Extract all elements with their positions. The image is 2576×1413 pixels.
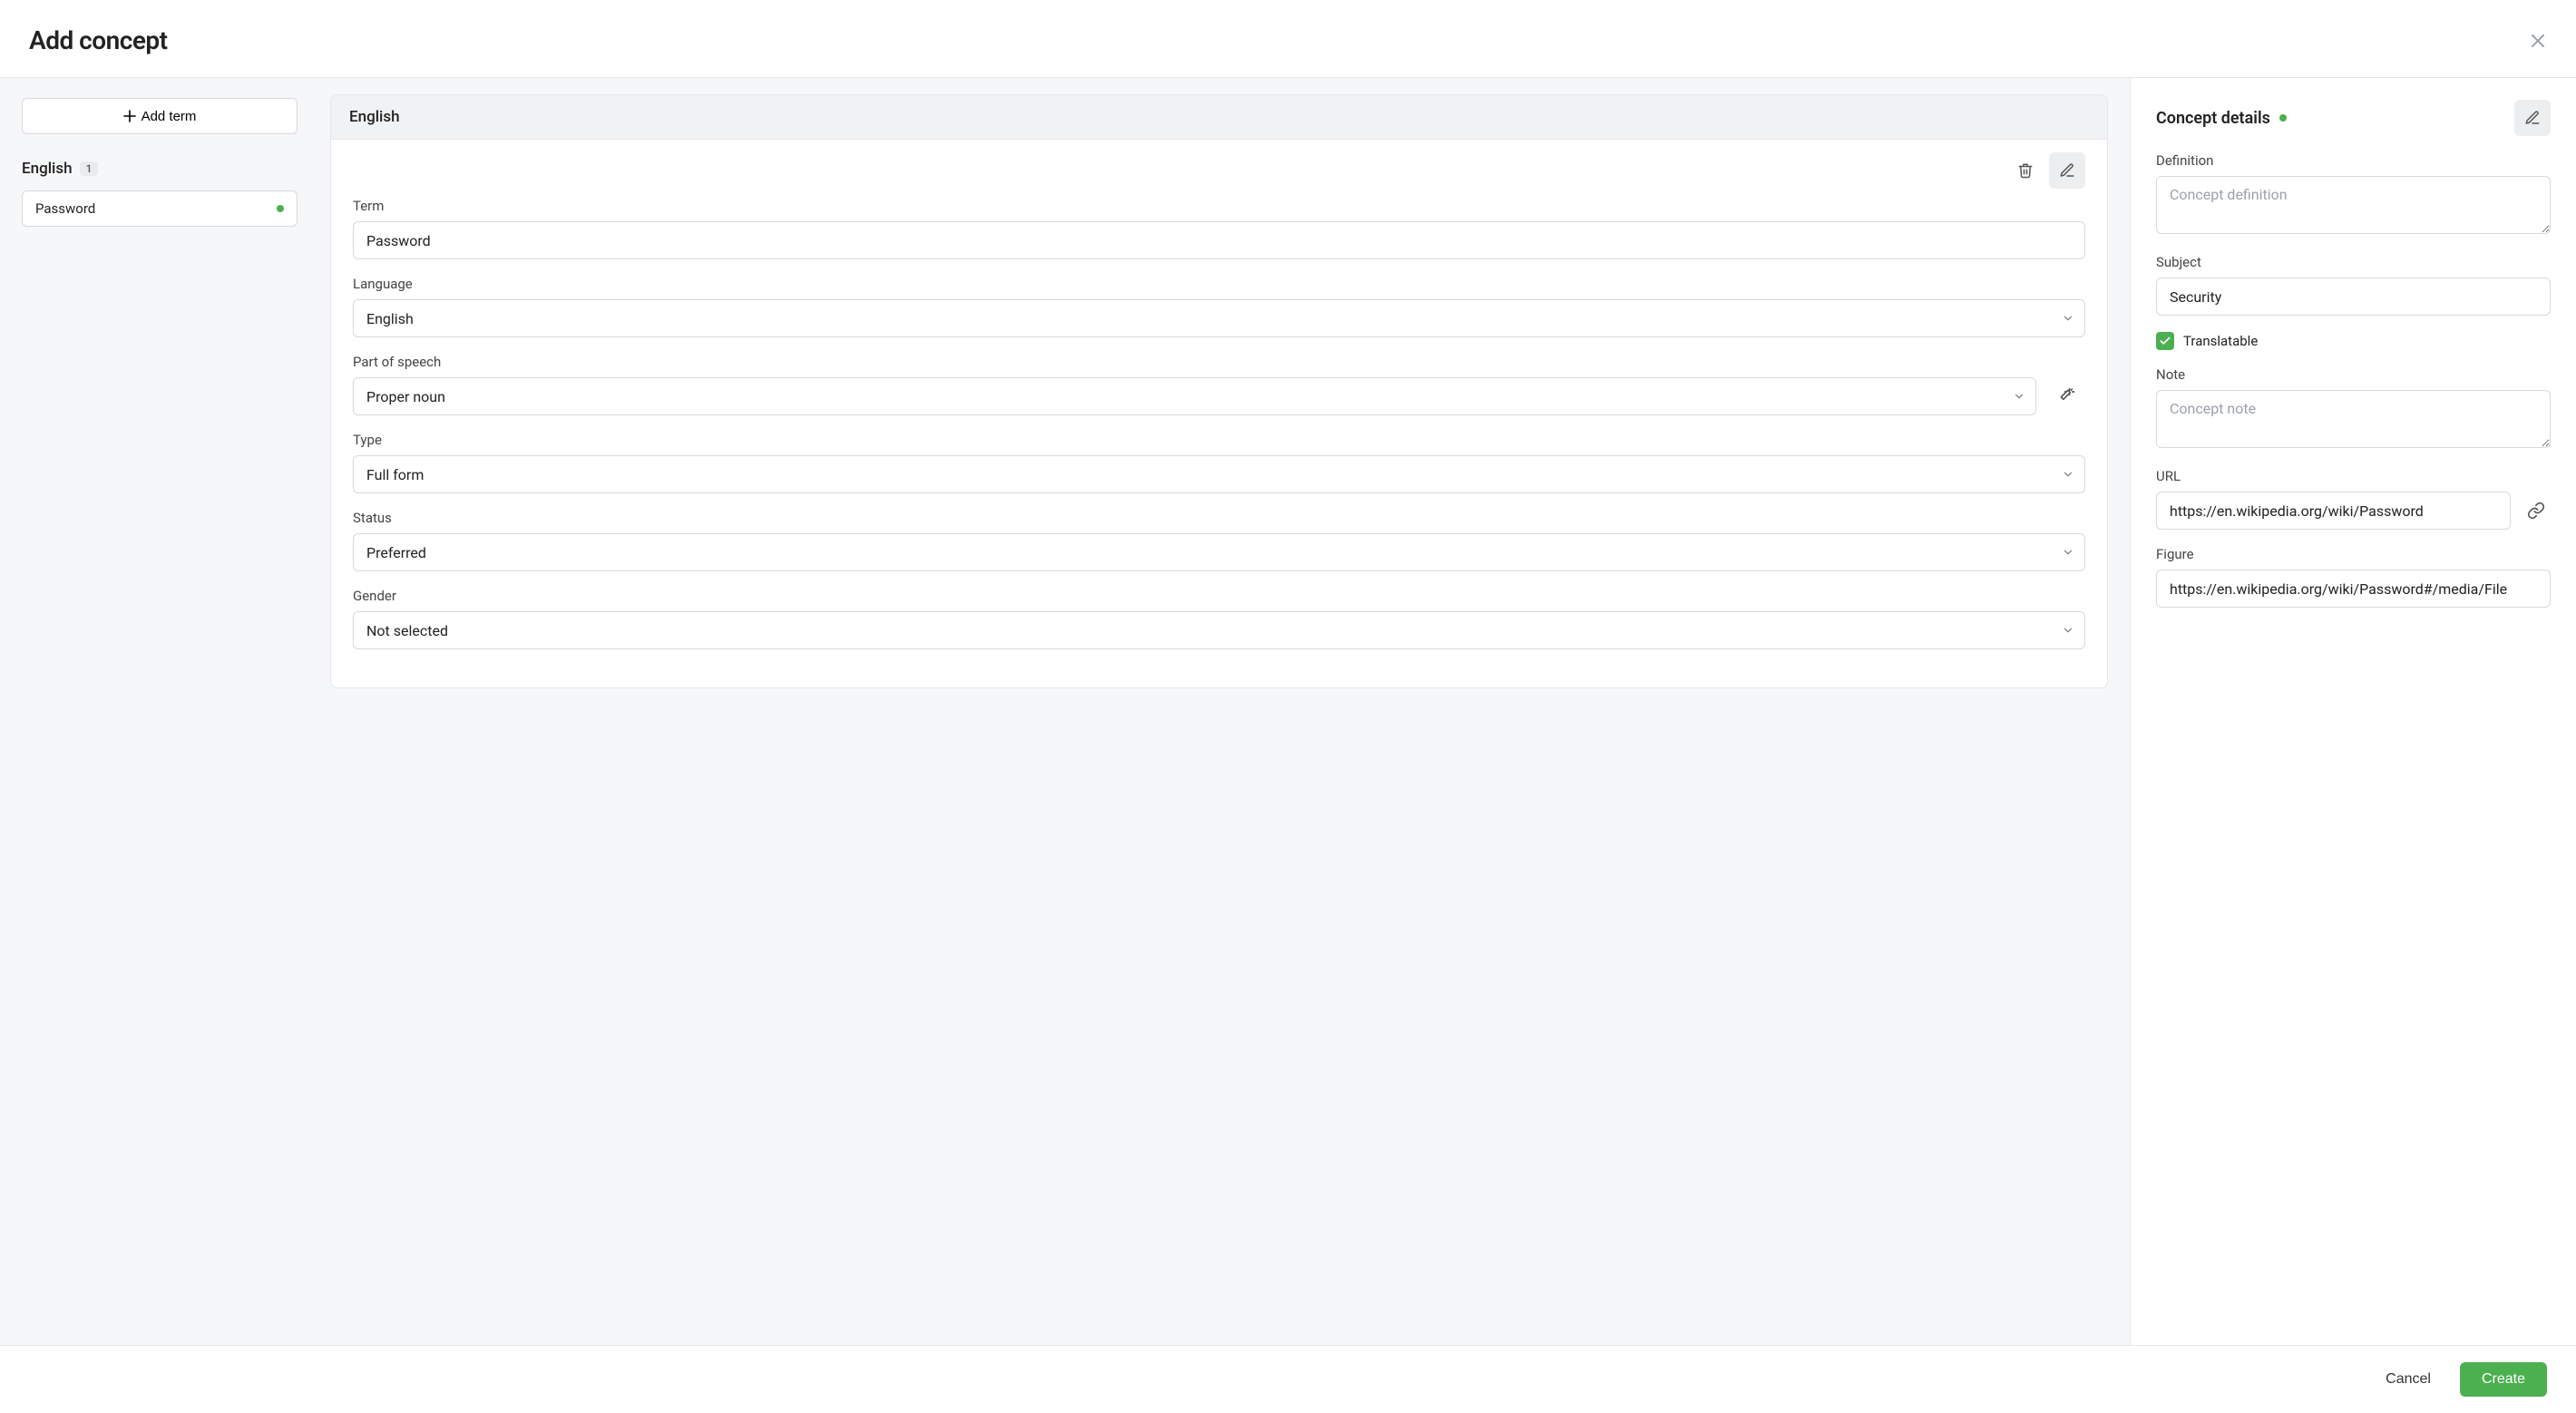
translatable-checkbox[interactable] <box>2156 332 2174 350</box>
concept-details-title: Concept details <box>2156 109 2270 128</box>
status-label: Status <box>353 510 2085 526</box>
url-label: URL <box>2156 468 2551 484</box>
modal-footer: Cancel Create <box>0 1345 2576 1413</box>
language-label: Language <box>353 276 2085 292</box>
edit-term-button[interactable] <box>2049 152 2085 189</box>
modal-body: Add term English 1 Password English <box>0 78 2576 1345</box>
type-select[interactable] <box>353 455 2085 493</box>
url-input[interactable] <box>2156 492 2511 530</box>
note-label: Note <box>2156 366 2551 383</box>
add-term-label: Add term <box>141 109 197 124</box>
term-list-item-label: Password <box>35 200 95 217</box>
pencil-icon <box>2059 162 2075 179</box>
term-editor-body: Term Language Part of speech <box>331 140 2107 687</box>
term-list-item[interactable]: Password <box>22 190 298 227</box>
delete-term-button[interactable] <box>2007 152 2044 189</box>
language-select[interactable] <box>353 299 2085 337</box>
close-icon <box>2529 32 2547 50</box>
plus-icon <box>123 110 136 122</box>
part-of-speech-field: Part of speech <box>353 354 2085 415</box>
definition-textarea[interactable] <box>2156 176 2551 234</box>
figure-label: Figure <box>2156 546 2551 562</box>
term-count-badge: 1 <box>80 161 99 176</box>
term-editor-column: English Term L <box>319 78 2130 1345</box>
subject-input[interactable] <box>2156 278 2551 316</box>
language-group: English 1 Password <box>22 160 298 227</box>
status-select[interactable] <box>353 533 2085 571</box>
part-of-speech-select[interactable] <box>353 377 2036 415</box>
create-button[interactable]: Create <box>2460 1362 2547 1397</box>
status-dot-icon <box>2279 114 2287 122</box>
status-field: Status <box>353 510 2085 571</box>
term-label: Term <box>353 198 2085 214</box>
language-group-header: English 1 <box>22 160 298 178</box>
add-term-button[interactable]: Add term <box>22 98 298 134</box>
figure-input[interactable] <box>2156 570 2551 608</box>
part-of-speech-label: Part of speech <box>353 354 2085 370</box>
link-icon <box>2527 502 2545 520</box>
edit-concept-details-button[interactable] <box>2514 100 2551 136</box>
gender-field: Gender <box>353 588 2085 649</box>
modal-header: Add concept <box>0 0 2576 78</box>
add-concept-modal: Add concept Add term English 1 Password <box>0 0 2576 1413</box>
subject-field: Subject <box>2156 254 2551 316</box>
translatable-label: Translatable <box>2183 333 2258 349</box>
close-button[interactable] <box>2529 32 2547 50</box>
cancel-button[interactable]: Cancel <box>2375 1362 2442 1397</box>
translatable-row: Translatable <box>2156 332 2551 350</box>
check-icon <box>2159 335 2171 347</box>
term-toolbar <box>353 152 2085 189</box>
trash-icon <box>2017 162 2034 179</box>
url-field: URL <box>2156 468 2551 530</box>
auto-detect-pos-button[interactable] <box>2049 378 2085 414</box>
figure-field: Figure <box>2156 546 2551 608</box>
concept-details-title-wrap: Concept details <box>2156 109 2287 128</box>
concept-details-panel: Concept details Definition Subject <box>2130 78 2576 1345</box>
term-editor-language-header: English <box>331 95 2107 140</box>
language-field: Language <box>353 276 2085 337</box>
definition-field: Definition <box>2156 152 2551 238</box>
magic-wand-icon <box>2058 387 2076 405</box>
definition-label: Definition <box>2156 152 2551 169</box>
pencil-icon <box>2524 110 2541 126</box>
open-url-button[interactable] <box>2522 496 2551 525</box>
term-field: Term <box>353 198 2085 259</box>
modal-title: Add concept <box>29 25 168 55</box>
term-input[interactable] <box>353 221 2085 259</box>
language-group-name: English <box>22 160 73 178</box>
gender-select[interactable] <box>353 611 2085 649</box>
status-dot-icon <box>277 205 284 212</box>
subject-label: Subject <box>2156 254 2551 270</box>
type-label: Type <box>353 432 2085 448</box>
terms-sidebar: Add term English 1 Password <box>0 78 319 1345</box>
note-textarea[interactable] <box>2156 390 2551 448</box>
gender-label: Gender <box>353 588 2085 604</box>
term-editor-card: English Term L <box>330 94 2108 688</box>
concept-details-header: Concept details <box>2156 100 2551 136</box>
type-field: Type <box>353 432 2085 493</box>
note-field: Note <box>2156 366 2551 452</box>
